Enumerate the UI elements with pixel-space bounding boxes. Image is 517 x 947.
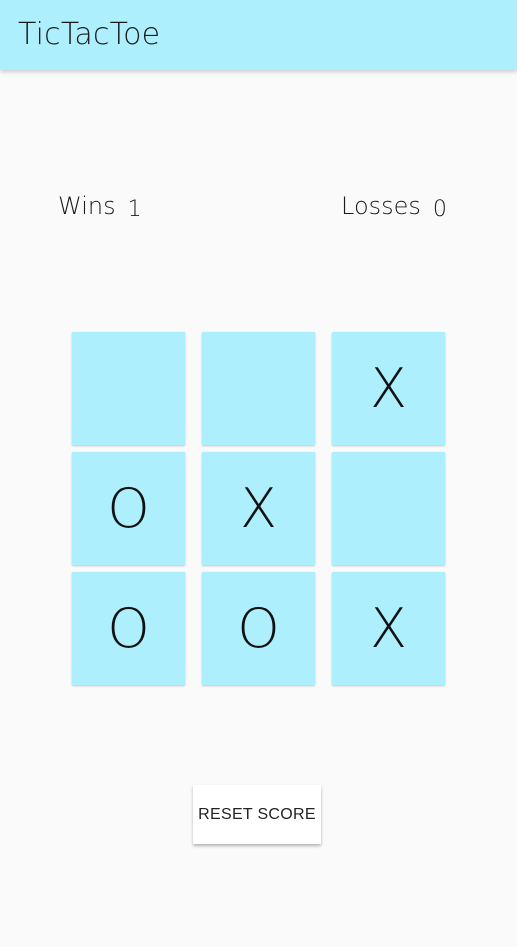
wins-score: Wins 1 (58, 190, 142, 224)
board-cell-4[interactable]: O (72, 452, 185, 565)
losses-score: Losses 0 (341, 190, 447, 224)
reset-score-button[interactable]: RESET SCORE (193, 785, 321, 844)
losses-value: 0 (432, 197, 447, 222)
board-cell-3[interactable]: X (332, 332, 445, 445)
app-title: TicTacToe (18, 17, 161, 52)
game-board: X O X O O X (72, 332, 445, 685)
board-cell-7[interactable]: O (72, 572, 185, 685)
wins-label: Wins (58, 192, 116, 220)
wins-value: 1 (127, 197, 142, 222)
board-cell-6[interactable] (332, 452, 445, 565)
board-cell-9[interactable]: X (332, 572, 445, 685)
losses-label: Losses (341, 192, 421, 220)
board-cell-2[interactable] (202, 332, 315, 445)
board-cell-1[interactable] (72, 332, 185, 445)
board-cell-8[interactable]: O (202, 572, 315, 685)
board-cell-5[interactable]: X (202, 452, 315, 565)
app-bar: TicTacToe (0, 0, 517, 70)
